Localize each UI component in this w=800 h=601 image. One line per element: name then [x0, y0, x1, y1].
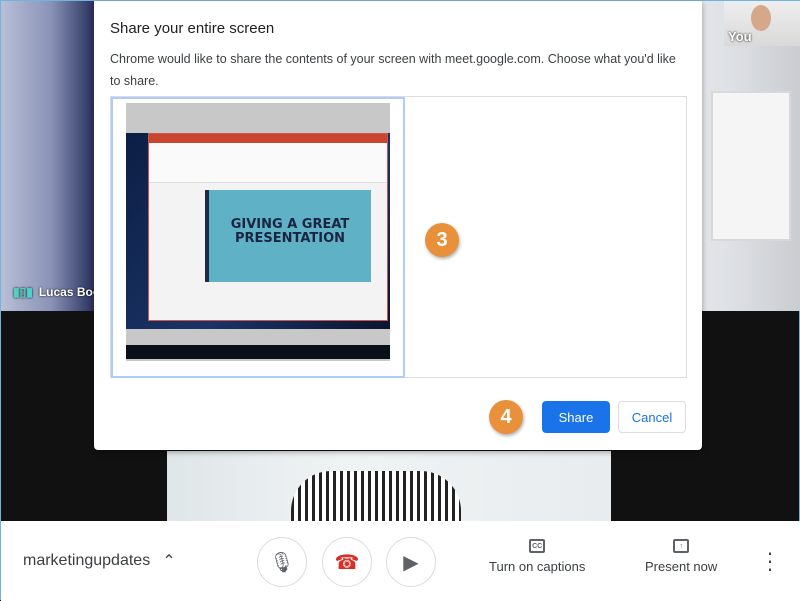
camera-icon: ▶	[403, 551, 419, 574]
step-callout-4: 4	[489, 400, 523, 434]
microphone-button[interactable]: 🎙︎	[257, 537, 307, 587]
slide-title: GIVING A GREAT PRESENTATION	[230, 217, 350, 246]
slide-preview: GIVING A GREAT PRESENTATION	[205, 190, 371, 282]
screen-preview: GIVING A GREAT PRESENTATION	[126, 103, 390, 361]
share-screen-dialog: Share your entire screen Chrome would li…	[94, 1, 702, 450]
desktop-preview: GIVING A GREAT PRESENTATION	[126, 133, 390, 359]
present-icon: ↑	[673, 539, 690, 553]
participant-name-lucas: ▮▯▮ Lucas Boo	[13, 285, 101, 299]
dialog-description: Chrome would like to share the contents …	[110, 52, 676, 88]
self-video-tile[interactable]: You	[724, 1, 800, 46]
dialog-title: Share your entire screen	[110, 20, 275, 37]
captions-button[interactable]: CC Turn on captions	[489, 539, 585, 574]
self-label: You	[728, 29, 752, 44]
audio-level-icon: ▮▯▮	[13, 285, 33, 299]
screen-list: GIVING A GREAT PRESENTATION 3	[110, 96, 687, 378]
ribbon	[149, 143, 387, 183]
meeting-details-button[interactable]: marketingupdates ⌃	[23, 551, 176, 571]
meeting-toolbar: marketingupdates ⌃ 🎙︎ ☎︎ ▶ CC Turn on capt…	[1, 521, 800, 601]
background-shelf	[711, 91, 791, 241]
cancel-button[interactable]: Cancel	[618, 401, 686, 433]
share-button[interactable]: Share	[542, 401, 610, 433]
powerpoint-window-preview: GIVING A GREAT PRESENTATION	[148, 133, 388, 321]
hang-up-icon: ☎︎	[334, 551, 360, 574]
self-avatar	[751, 5, 771, 31]
more-options-icon[interactable]: · · ·	[763, 542, 777, 580]
microphone-icon: 🎙︎	[269, 551, 295, 574]
leave-call-button[interactable]: ☎︎	[322, 537, 372, 587]
captions-icon: CC	[529, 539, 546, 553]
step-callout-3: 3	[425, 223, 459, 257]
camera-button[interactable]: ▶	[386, 537, 436, 587]
chevron-up-icon: ⌃	[162, 553, 176, 570]
taskbar	[126, 345, 390, 359]
title-bar	[149, 134, 387, 143]
present-now-button[interactable]: ↑ Present now	[645, 539, 717, 574]
participant-video-center	[167, 451, 611, 521]
screen-thumbnail[interactable]: GIVING A GREAT PRESENTATION	[111, 97, 405, 378]
participant-figure	[291, 471, 461, 521]
